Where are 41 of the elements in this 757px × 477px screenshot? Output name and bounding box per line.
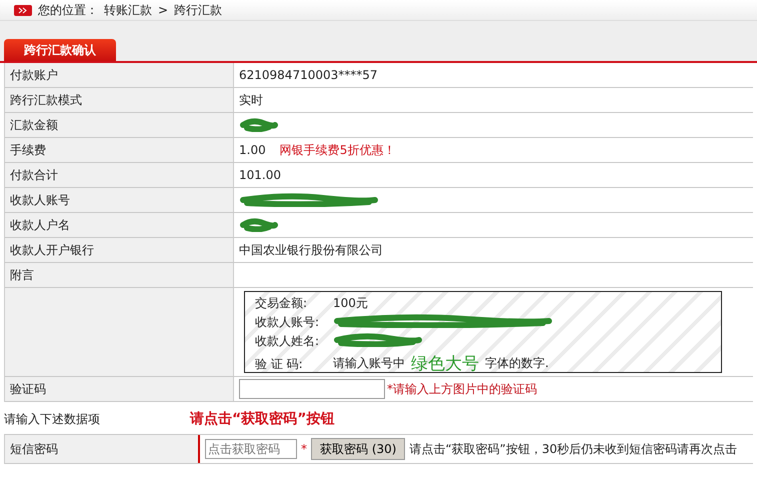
field-label: 附言 [10,266,34,284]
field-value: 1.00 [239,143,266,157]
breadcrumb-link[interactable]: 跨行汇款 [174,2,222,18]
field-label: 收款人户名 [10,216,70,234]
captcha-label: 收款人姓名: [255,333,320,350]
captcha-input[interactable] [239,379,385,399]
field-label: 汇款金额 [10,116,58,134]
section-notice: 请点击“获取密码”按钮 [190,410,334,428]
captcha-hint: 请输入账号中 [333,355,405,372]
redaction-scribble [239,118,279,132]
redaction-scribble [239,218,279,232]
sms-hint: 请点击“获取密码”按钮，30秒后仍未收到短信密码请再次点击 [409,440,738,458]
chevron-icon [14,4,32,16]
required-mark: * [301,442,307,456]
get-password-button[interactable]: 获取密码 (30) [311,438,406,460]
field-value: 6210984710003****57 [239,68,378,82]
captcha-input-hint: *请输入上方图片中的验证码 [387,380,537,398]
captcha-hint-emphasis: 绿色大号 [411,353,479,375]
field-label: 收款人开户银行 [10,242,94,258]
field-label: 付款合计 [10,166,58,184]
promo-note: 网银手续费5折优惠！ [280,142,396,158]
field-value: 中国农业银行股份有限公司 [239,242,383,258]
captcha-value: 100元 [333,296,368,310]
tab[interactable]: 跨行汇款确认 [4,39,116,61]
field-label: 短信密码 [10,440,58,458]
field-value: 实时 [239,92,263,108]
field-label: 收款人账号 [10,192,70,208]
captcha-label: 收款人账号: [255,314,320,331]
section-label: 请输入下述数据项 [4,410,100,428]
field-label: 验证码 [10,380,46,398]
breadcrumb-separator: > [158,3,168,17]
captcha-hint: 字体的数字. [485,355,549,372]
field-value: 101.00 [239,168,281,182]
field-label: 跨行汇款模式 [10,92,82,108]
field-label: 手续费 [10,142,46,158]
captcha-label: 验 证 码: [255,356,304,373]
breadcrumb-label: 您的位置： [38,2,98,18]
field-label: 付款账户 [10,66,58,84]
breadcrumb-link[interactable]: 转账汇款 [104,2,152,18]
captcha-label: 交易金额: [255,295,308,312]
sms-password-input[interactable]: 点击获取密码 [205,439,297,459]
